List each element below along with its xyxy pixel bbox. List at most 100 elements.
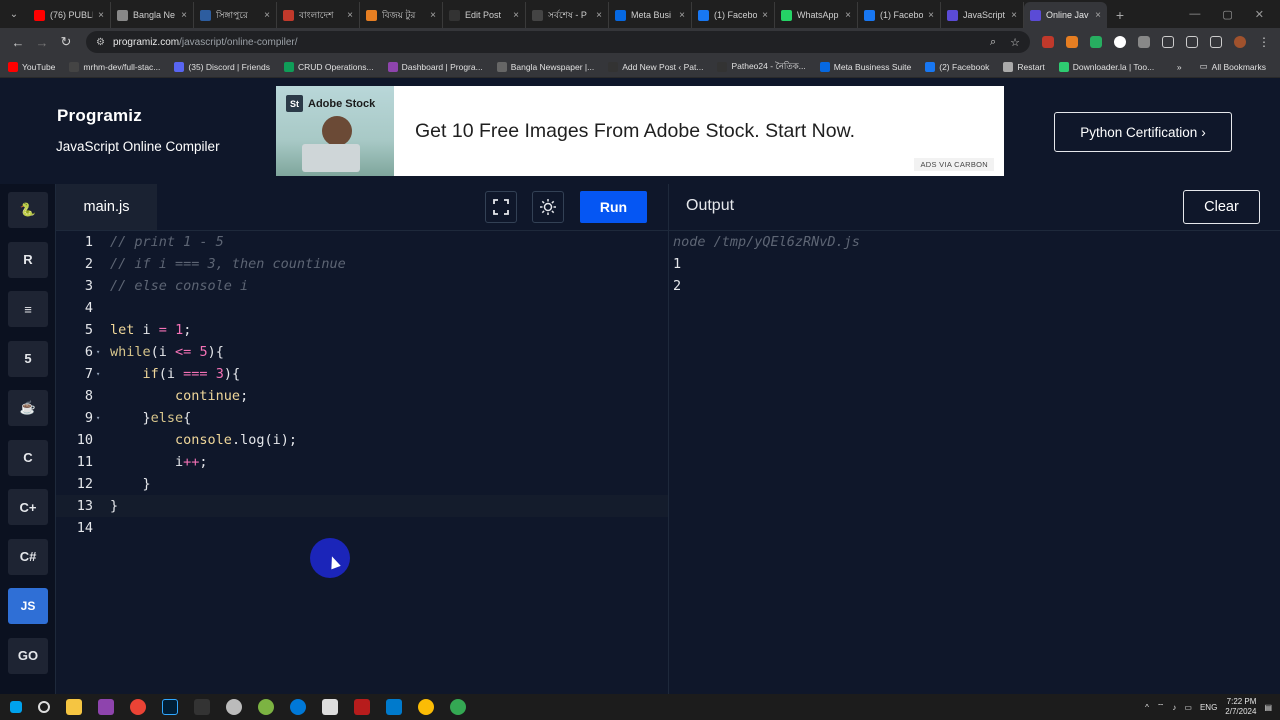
browser-tab[interactable]: WhatsApp × bbox=[775, 2, 858, 28]
file-explorer-icon[interactable] bbox=[66, 699, 82, 715]
browser-tab[interactable]: Edit Post × bbox=[443, 2, 526, 28]
theme-toggle-button[interactable] bbox=[532, 191, 564, 223]
tab-close-icon[interactable]: × bbox=[1095, 10, 1101, 21]
browser-tab[interactable]: সর্বশেষ - P × bbox=[526, 2, 609, 28]
bookmark-item[interactable]: YouTube bbox=[8, 60, 55, 74]
browser-tab[interactable]: Bangla Ne × bbox=[111, 2, 194, 28]
reading-list-icon[interactable] bbox=[1186, 36, 1198, 48]
bookmark-item[interactable]: (35) Discord | Friends bbox=[174, 60, 270, 74]
browser-tab[interactable]: (1) Facebo × bbox=[858, 2, 941, 28]
extensions-puzzle-icon[interactable] bbox=[1162, 36, 1174, 48]
code-line[interactable]: 12 } bbox=[56, 473, 668, 495]
app-icon[interactable] bbox=[258, 699, 274, 715]
edge-icon[interactable] bbox=[290, 699, 306, 715]
language-csharp-icon[interactable]: C# bbox=[8, 538, 48, 575]
language-js-icon[interactable]: JS bbox=[8, 588, 48, 624]
fullscreen-button[interactable] bbox=[485, 191, 517, 223]
tab-close-icon[interactable]: × bbox=[928, 10, 934, 21]
advertisement-banner[interactable]: St Adobe Stock Get 10 Free Images From Ad… bbox=[276, 86, 1004, 176]
address-bar[interactable]: ⚙ programiz.com/javascript/online-compil… bbox=[86, 31, 1030, 53]
code-line[interactable]: 10 console.log(i); bbox=[56, 429, 668, 451]
clock[interactable]: 7:22 PM 2/7/2024 bbox=[1225, 697, 1256, 717]
maximize-icon[interactable]: ▢ bbox=[1222, 8, 1232, 21]
extension-icon[interactable] bbox=[1090, 36, 1102, 48]
network-icon[interactable]: ⌔ bbox=[1157, 702, 1165, 712]
language-r-icon[interactable]: R bbox=[8, 241, 48, 278]
app-icon[interactable] bbox=[322, 699, 338, 715]
tab-close-icon[interactable]: × bbox=[679, 10, 685, 21]
tab-close-icon[interactable]: × bbox=[762, 10, 768, 21]
browser-tab[interactable]: Online Jav × bbox=[1024, 2, 1107, 28]
app-icon[interactable] bbox=[226, 699, 242, 715]
language-java-icon[interactable]: ☕ bbox=[8, 390, 48, 426]
photoshop-icon[interactable] bbox=[162, 699, 178, 715]
code-line[interactable]: 11 i++; bbox=[56, 451, 668, 473]
browser-tab[interactable]: বিজয় টুর × bbox=[360, 2, 443, 28]
language-sql-icon[interactable]: ≡ bbox=[8, 291, 48, 327]
code-line[interactable]: 13} bbox=[56, 495, 668, 517]
windows-start-icon[interactable] bbox=[10, 701, 22, 713]
tab-close-icon[interactable]: × bbox=[181, 10, 187, 21]
chrome-icon[interactable] bbox=[418, 699, 434, 715]
ad-headline[interactable]: Get 10 Free Images From Adobe Stock. Sta… bbox=[394, 86, 1004, 176]
bookmark-item[interactable]: Patheo24 - নৈতিক... bbox=[717, 60, 806, 74]
bookmark-item[interactable]: Bangla Newspaper |... bbox=[496, 60, 594, 74]
tab-close-icon[interactable]: × bbox=[347, 10, 353, 21]
browser-tab[interactable]: বাংলাদেশ × bbox=[277, 2, 360, 28]
code-line[interactable]: 6 ▾ while(i <= 5){ bbox=[56, 341, 668, 363]
bookmark-item[interactable]: Meta Business Suite bbox=[819, 60, 911, 74]
extension-icon[interactable] bbox=[1114, 36, 1126, 48]
browser-tab[interactable]: Meta Busi × bbox=[609, 2, 692, 28]
code-line[interactable]: 14 bbox=[56, 517, 668, 539]
terminal-icon[interactable] bbox=[194, 699, 210, 715]
clear-button[interactable]: Clear bbox=[1183, 190, 1260, 224]
tab-close-icon[interactable]: × bbox=[513, 10, 519, 21]
chrome-icon[interactable] bbox=[130, 699, 146, 715]
forward-icon[interactable]: → bbox=[30, 30, 54, 54]
tray-chevron-icon[interactable]: ^ bbox=[1145, 703, 1149, 712]
language-c-icon[interactable]: C bbox=[8, 439, 48, 476]
tab-close-icon[interactable]: × bbox=[596, 10, 602, 21]
fold-arrow-icon[interactable]: ▾ bbox=[93, 370, 110, 378]
tab-close-icon[interactable]: × bbox=[430, 10, 436, 21]
extension-icon[interactable] bbox=[1066, 36, 1078, 48]
menu-kebab-icon[interactable]: ⋮ bbox=[1258, 35, 1270, 49]
code-editor[interactable]: 1 // print 1 - 5 2 // if i === 3, then coun… bbox=[56, 231, 668, 694]
python-certification-button[interactable]: Python Certification › bbox=[1054, 112, 1232, 152]
fold-arrow-icon[interactable]: ▾ bbox=[93, 348, 110, 356]
fold-arrow-icon[interactable]: ▾ bbox=[93, 414, 110, 422]
code-line[interactable]: 1 // print 1 - 5 bbox=[56, 231, 668, 253]
tab-close-icon[interactable]: × bbox=[845, 10, 851, 21]
browser-tab[interactable]: JavaScript × bbox=[941, 2, 1024, 28]
minimize-icon[interactable]: — bbox=[1189, 8, 1200, 20]
run-button[interactable]: Run bbox=[580, 191, 647, 223]
code-line[interactable]: 9 ▾ }else{ bbox=[56, 407, 668, 429]
bookmark-item[interactable]: mrhm-dev/full-stac... bbox=[69, 60, 160, 74]
code-line[interactable]: 7 ▾ if(i === 3){ bbox=[56, 363, 668, 385]
browser-tab[interactable]: (76) PUBLI × bbox=[28, 2, 111, 28]
language-python-icon[interactable]: 🐍 bbox=[8, 192, 48, 228]
bookmark-item[interactable]: Restart bbox=[1003, 60, 1045, 74]
volume-icon[interactable]: ♪ bbox=[1172, 703, 1176, 712]
app-icon[interactable] bbox=[98, 699, 114, 715]
notification-icon[interactable]: ▤ bbox=[1264, 703, 1272, 712]
language-go-icon[interactable]: GO bbox=[8, 637, 48, 674]
close-window-icon[interactable]: ✕ bbox=[1255, 8, 1264, 21]
browser-tab[interactable]: (1) Facebo × bbox=[692, 2, 775, 28]
battery-icon[interactable]: ▭ bbox=[1184, 703, 1192, 712]
code-line[interactable]: 5 let i = 1; bbox=[56, 319, 668, 341]
search-icon[interactable] bbox=[38, 701, 50, 713]
tab-close-icon[interactable]: × bbox=[1011, 10, 1017, 21]
code-line[interactable]: 8 continue; bbox=[56, 385, 668, 407]
vscode-icon[interactable] bbox=[386, 699, 402, 715]
bookmark-item[interactable]: (2) Facebook bbox=[925, 60, 989, 74]
bookmark-item[interactable]: Add New Post ‹ Pat... bbox=[608, 60, 703, 74]
new-tab-icon[interactable]: + bbox=[1107, 2, 1133, 28]
language-html-icon[interactable]: 5 bbox=[8, 340, 48, 377]
bookmark-item[interactable]: Dashboard | Progra... bbox=[387, 60, 483, 74]
bookmark-item[interactable]: CRUD Operations... bbox=[283, 60, 374, 74]
code-line[interactable]: 4 bbox=[56, 297, 668, 319]
reload-icon[interactable]: ↻ bbox=[54, 30, 78, 54]
extension-icon[interactable] bbox=[1042, 36, 1054, 48]
app-icon[interactable] bbox=[354, 699, 370, 715]
